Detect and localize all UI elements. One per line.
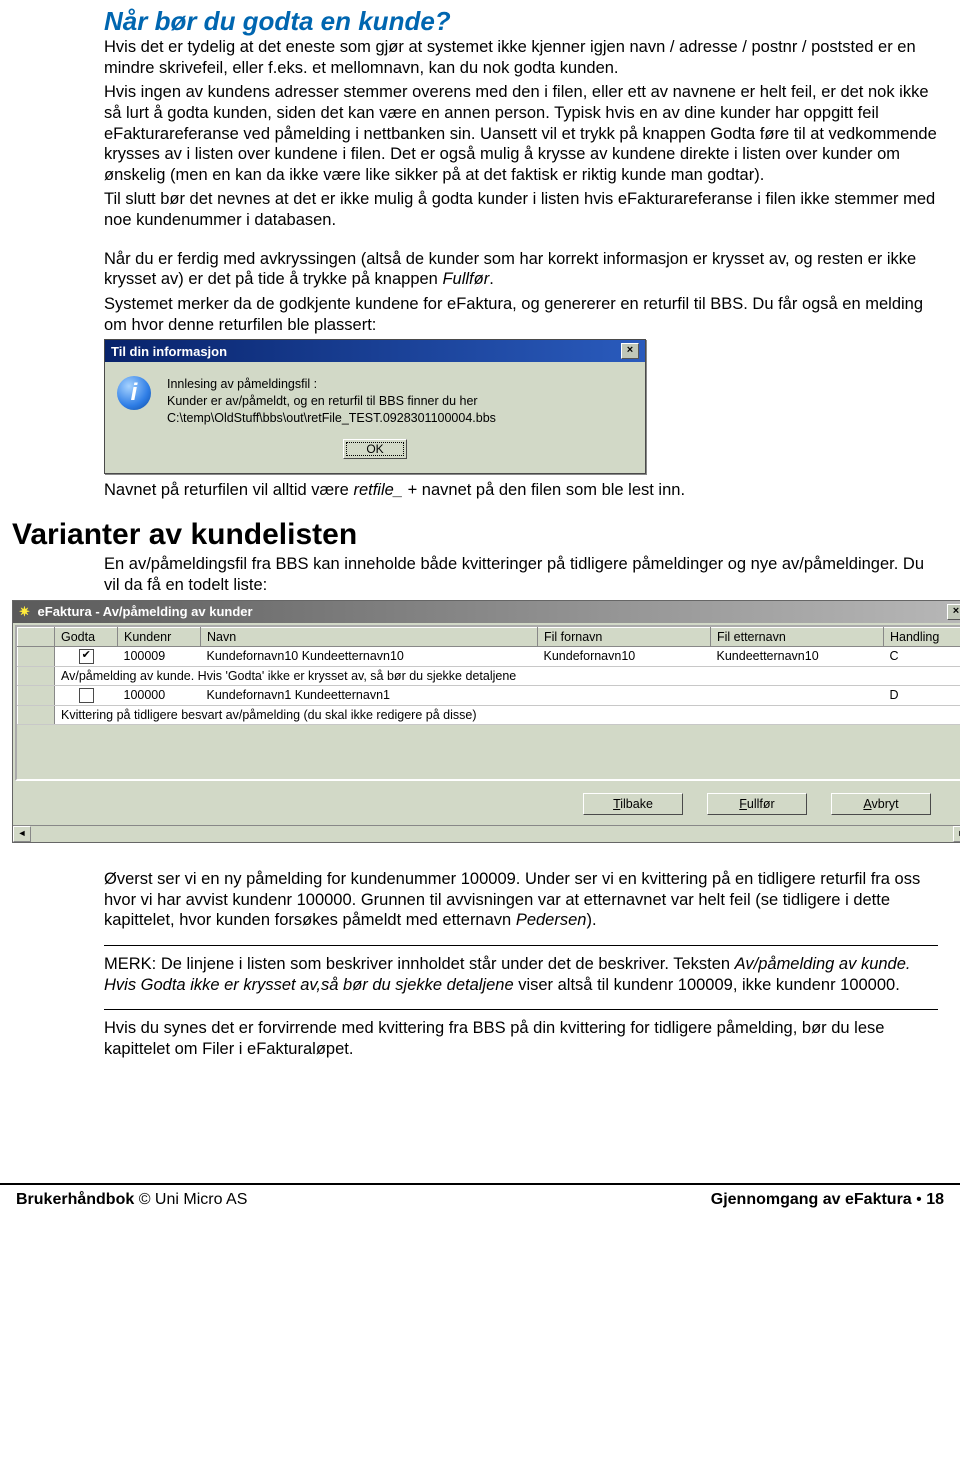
scroll-left-icon[interactable]: ◄ [13, 826, 31, 842]
customer-list-window: ✷ eFaktura - Av/påmelding av kunder × Go… [12, 600, 960, 843]
text: viser altså til kundenr 100009, ikke kun… [514, 976, 900, 994]
cell-filfornavn [538, 685, 711, 705]
body-paragraph: Hvis ingen av kundens adresser stemmer o… [104, 82, 938, 185]
col-filetternavn[interactable]: Fil etternavn [711, 627, 884, 646]
cell-kundenr: 100000 [118, 685, 201, 705]
body-paragraph: Systemet merker da de godkjente kundene … [104, 294, 938, 335]
body-paragraph: Navnet på returfilen vil alltid være ret… [104, 480, 938, 501]
cell-filetternavn [711, 685, 884, 705]
window-title: eFaktura - Av/påmelding av kunder [38, 604, 253, 619]
info-dialog: Til din informasjon × i Innlesing av påm… [104, 339, 646, 474]
col-godta[interactable]: Godta [55, 627, 118, 646]
text: Navnet på returfilen vil alltid være [104, 481, 353, 499]
section-title: Når bør du godta en kunde? [104, 6, 938, 37]
app-icon: ✷ [19, 604, 30, 619]
info-icon: i [117, 376, 151, 410]
table-row[interactable]: 100000 Kundefornavn1 Kundeetternavn1 D [18, 685, 960, 705]
col-handling[interactable]: Handling [884, 627, 960, 646]
scroll-right-icon[interactable]: ► [953, 826, 960, 842]
body-paragraph: En av/påmeldingsfil fra BBS kan innehold… [104, 554, 938, 595]
inline-italic: Pedersen [516, 911, 587, 929]
dialog-message: Innlesing av påmeldingsfil : Kunder er a… [167, 376, 496, 427]
group-row: Av/påmelding av kunde. Hvis 'Godta' ikke… [18, 666, 960, 685]
text: Når du er ferdig med avkryssingen (altså… [104, 250, 916, 289]
dialog-titlebar: Til din informasjon × [105, 340, 645, 362]
close-icon[interactable]: × [621, 343, 639, 359]
tilbake-button[interactable]: Tilbake [583, 793, 683, 815]
col-filfornavn[interactable]: Fil fornavn [538, 627, 711, 646]
cell-kundenr: 100009 [118, 646, 201, 666]
body-paragraph: Når du er ferdig med avkryssingen (altså… [104, 249, 938, 290]
ok-button[interactable]: OK [343, 439, 406, 459]
footer-left-bold: Brukerhåndbok [16, 1191, 134, 1208]
group-row: Kvittering på tidligere besvart av/påmel… [18, 706, 960, 725]
page-number: 18 [922, 1191, 944, 1208]
body-paragraph: Hvis du synes det er forvirrende med kvi… [104, 1018, 938, 1059]
page-footer: Brukerhåndbok © Uni Micro AS Gjennomgang… [0, 1185, 960, 1219]
inline-italic: Fullfør [442, 270, 489, 288]
grid-empty-area [17, 725, 960, 779]
group-label: Av/påmelding av kunde. Hvis 'Godta' ikke… [55, 666, 960, 685]
inline-italic: retfile_ [353, 481, 403, 499]
cell-filfornavn: Kundefornavn10 [538, 646, 711, 666]
cell-navn: Kundefornavn1 Kundeetternavn1 [201, 685, 538, 705]
text: . [489, 270, 494, 288]
separator [104, 945, 938, 946]
footer-right-bold: Gjennomgang av eFaktura [711, 1191, 916, 1208]
footer-left: © Uni Micro AS [134, 1191, 247, 1208]
avbryt-button[interactable]: Avbryt [831, 793, 931, 815]
chapter-title: Varianter av kundelisten [12, 518, 948, 552]
text: + navnet på den filen som ble lest inn. [403, 481, 685, 499]
customer-table: Godta Kundenr Navn Fil fornavn Fil etter… [17, 627, 960, 725]
text: Øverst ser vi en ny påmelding for kunden… [104, 870, 920, 929]
fullfor-button[interactable]: Fullfør [707, 793, 807, 815]
text: MERK: De linjene i listen som beskriver … [104, 955, 735, 973]
checkbox-unchecked[interactable] [79, 688, 94, 703]
col-kundenr[interactable]: Kundenr [118, 627, 201, 646]
body-paragraph: Til slutt bør det nevnes at det er ikke … [104, 189, 938, 230]
checkbox-checked[interactable]: ✔ [79, 649, 94, 664]
cell-navn: Kundefornavn10 Kundeetternavn10 [201, 646, 538, 666]
cell-handling: C [884, 646, 960, 666]
body-paragraph: Øverst ser vi en ny påmelding for kunden… [104, 869, 938, 931]
body-paragraph: MERK: De linjene i listen som beskriver … [104, 954, 938, 995]
group-label: Kvittering på tidligere besvart av/påmel… [55, 706, 960, 725]
table-row[interactable]: ✔ 100009 Kundefornavn10 Kundeetternavn10… [18, 646, 960, 666]
window-titlebar: ✷ eFaktura - Av/påmelding av kunder × [13, 601, 960, 623]
horizontal-scrollbar[interactable]: ◄ ► [13, 825, 960, 842]
close-icon[interactable]: × [947, 604, 960, 620]
col-navn[interactable]: Navn [201, 627, 538, 646]
cell-filetternavn: Kundeetternavn10 [711, 646, 884, 666]
text: ). [586, 911, 596, 929]
dialog-title: Til din informasjon [111, 344, 227, 359]
row-header-blank [18, 627, 55, 646]
body-paragraph: Hvis det er tydelig at det eneste som gj… [104, 37, 938, 78]
separator [104, 1009, 938, 1010]
cell-handling: D [884, 685, 960, 705]
